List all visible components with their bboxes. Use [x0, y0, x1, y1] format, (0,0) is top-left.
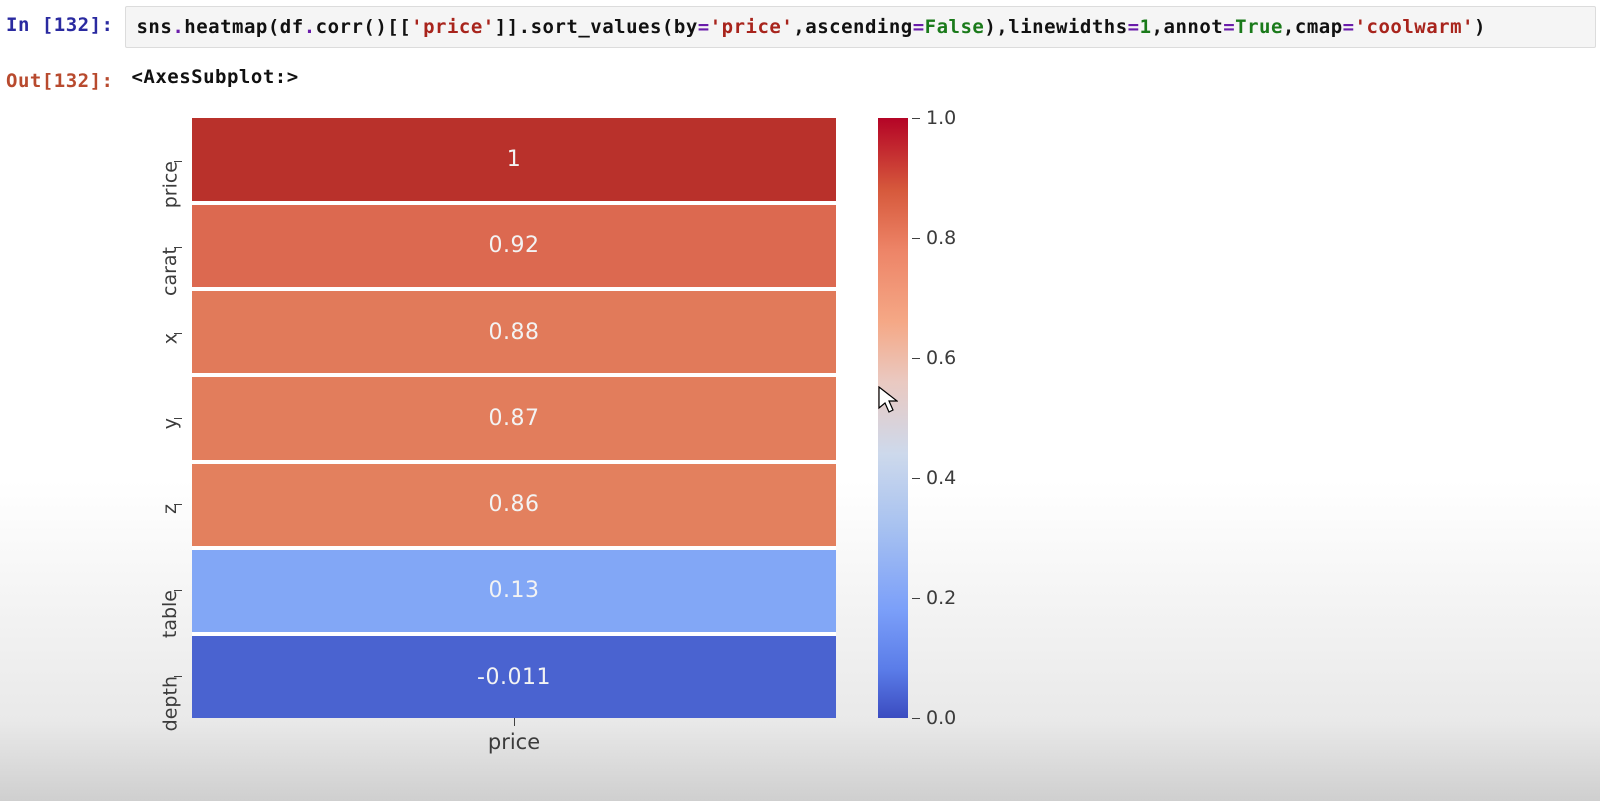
code-token: = — [1128, 16, 1140, 38]
code-token: ]]. — [495, 16, 531, 38]
code-input[interactable]: sns.heatmap(df.corr()[['price']].sort_va… — [125, 6, 1596, 48]
colorbar-tick — [912, 238, 920, 239]
colorbar-tick — [912, 598, 920, 599]
x-axis-label: price — [192, 730, 836, 754]
colorbar-tick-label: 0.8 — [926, 227, 956, 249]
code-token: False — [925, 16, 985, 38]
heatmap-cell: -0.011 — [192, 636, 836, 718]
heatmap-cell: 0.92 — [192, 205, 836, 291]
cursor-icon — [878, 386, 898, 414]
y-tick — [174, 590, 182, 591]
code-token: ascending — [805, 16, 912, 38]
colorbar-ticks: 1.00.80.60.40.20.0 — [912, 118, 992, 718]
y-tick-label: price — [159, 161, 181, 208]
code-token: , — [793, 16, 805, 38]
heatmap-cells: 10.920.880.870.860.13-0.011 — [192, 118, 836, 718]
colorbar-tick-label: 0.4 — [926, 467, 956, 489]
colorbar-tick — [912, 358, 920, 359]
heatmap-cell: 0.13 — [192, 550, 836, 636]
code-token: df — [280, 16, 304, 38]
y-tick — [174, 333, 182, 334]
y-tick — [174, 504, 182, 505]
code-token: sns — [136, 16, 172, 38]
y-tick-label: carat — [159, 247, 181, 296]
out-prompt: Out[132]: — [0, 62, 125, 92]
code-token: = — [1223, 16, 1235, 38]
colorbar-tick-label: 0.2 — [926, 587, 956, 609]
colorbar-tick-label: 0.6 — [926, 347, 956, 369]
code-token: , — [1152, 16, 1164, 38]
heatmap-cell: 0.86 — [192, 464, 836, 550]
heatmap-cell: 0.88 — [192, 291, 836, 377]
colorbar-gradient — [878, 118, 908, 718]
heatmap-cell: 1 — [192, 118, 836, 204]
colorbar-tick — [912, 118, 920, 119]
output-repr: <AxesSubplot:> — [125, 62, 298, 88]
code-token: ) — [1474, 16, 1486, 38]
code-token: 'price' — [710, 16, 794, 38]
code-token: True — [1235, 16, 1283, 38]
y-axis: pricecaratxyztabledepth — [138, 118, 188, 718]
code-token: 'coolwarm' — [1355, 16, 1474, 38]
x-tick — [192, 718, 836, 726]
input-cell: In [132]: sns.heatmap(df.corr()[['price'… — [0, 0, 1600, 48]
code-token: linewidths — [1008, 16, 1127, 38]
code-token: ( — [268, 16, 280, 38]
colorbar-tick-label: 1.0 — [926, 107, 956, 129]
code-token: = — [698, 16, 710, 38]
y-tick-label: depth — [159, 676, 181, 731]
code-token: . — [304, 16, 316, 38]
y-tick — [174, 161, 182, 162]
y-tick-label: z — [159, 504, 181, 514]
code-token: corr — [316, 16, 364, 38]
y-tick — [174, 676, 182, 677]
code-token: ), — [984, 16, 1008, 38]
colorbar — [878, 118, 908, 718]
code-token: cmap — [1295, 16, 1343, 38]
code-token: 'price' — [411, 16, 495, 38]
output-cell: Out[132]: <AxesSubplot:> — [0, 62, 1600, 92]
code-token: ( — [662, 16, 674, 38]
y-tick-label: y — [159, 418, 181, 429]
y-tick — [174, 247, 182, 248]
code-token: ()[[ — [363, 16, 411, 38]
in-prompt: In [132]: — [0, 6, 125, 36]
y-tick-label: x — [159, 333, 181, 344]
code-token: annot — [1164, 16, 1224, 38]
colorbar-tick-label: 0.0 — [926, 707, 956, 729]
code-token: by — [674, 16, 698, 38]
code-token: 1 — [1140, 16, 1152, 38]
code-token: = — [913, 16, 925, 38]
code-token: , — [1283, 16, 1295, 38]
code-token: heatmap — [184, 16, 268, 38]
code-token: = — [1343, 16, 1355, 38]
colorbar-tick — [912, 478, 920, 479]
y-tick-label: table — [159, 590, 181, 638]
code-token: sort_values — [531, 16, 662, 38]
heatmap-figure: pricecaratxyztabledepth 10.920.880.870.8… — [138, 118, 1038, 758]
colorbar-tick — [912, 718, 920, 719]
heatmap-cell: 0.87 — [192, 377, 836, 463]
y-tick — [174, 418, 182, 419]
code-token: . — [172, 16, 184, 38]
